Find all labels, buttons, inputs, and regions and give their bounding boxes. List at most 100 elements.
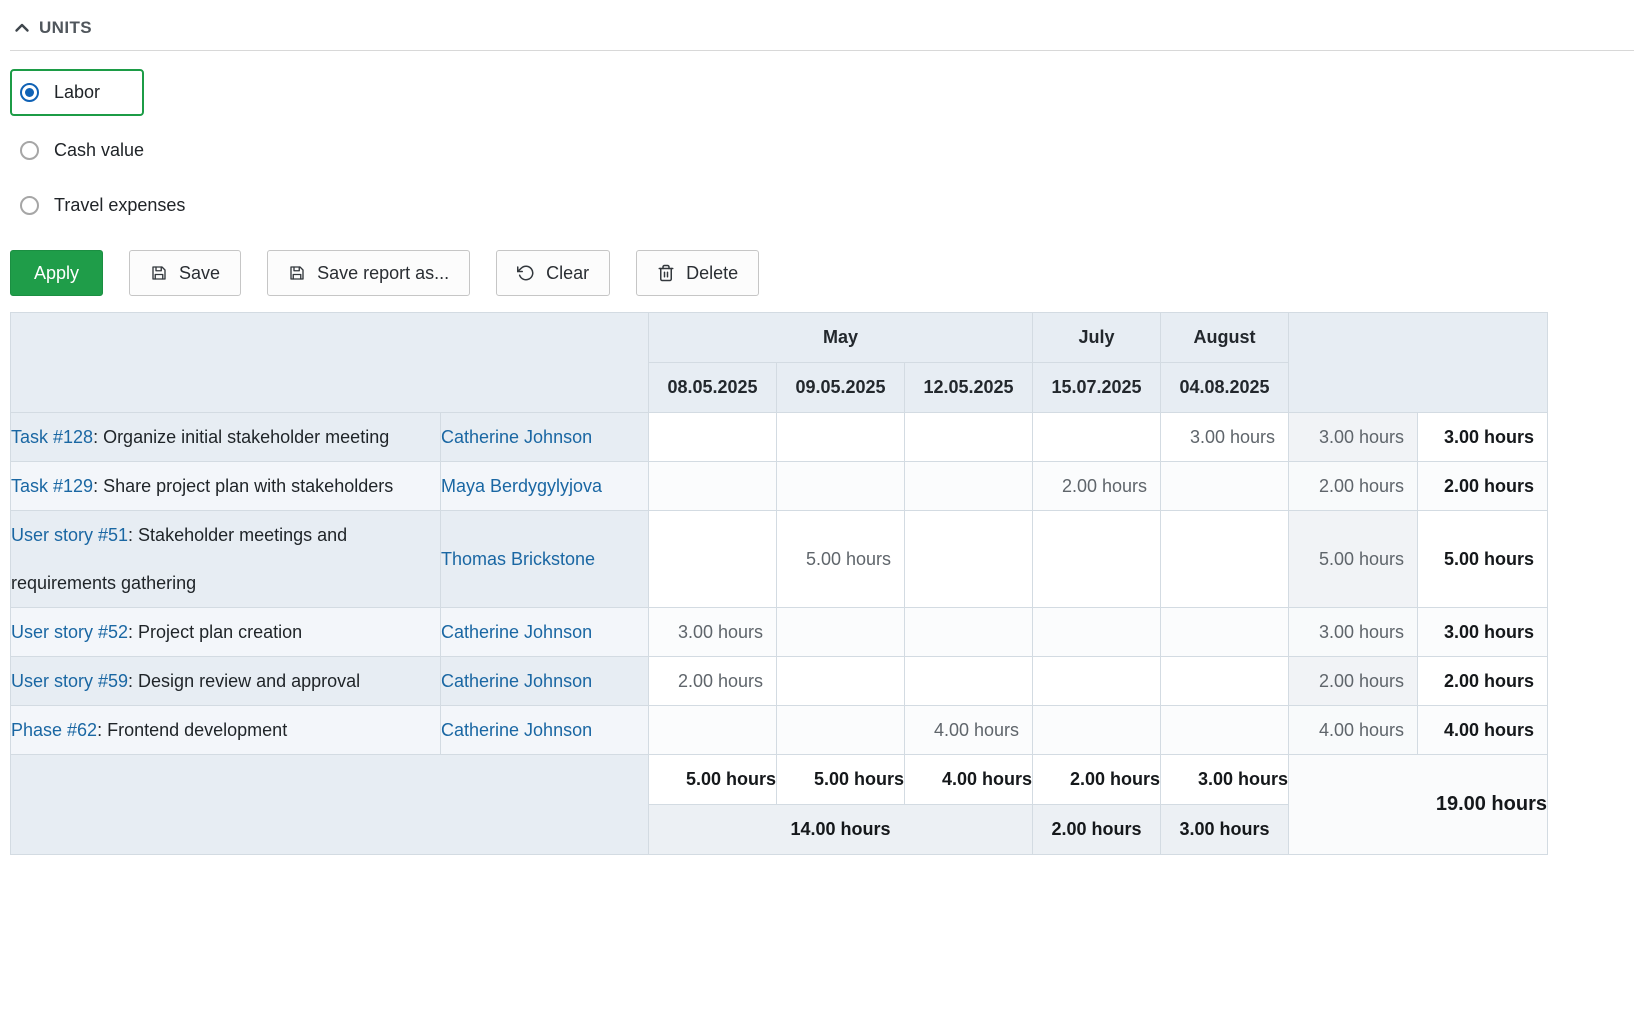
work-package-link[interactable]: Task #128 xyxy=(11,427,93,447)
assignee-link[interactable]: Maya Berdygylyjova xyxy=(441,476,602,496)
hours-cell xyxy=(1033,608,1161,657)
month-header-august: August xyxy=(1161,313,1289,363)
task-title: : Project plan creation xyxy=(128,622,302,642)
assignee-cell: Thomas Brickstone xyxy=(441,511,649,608)
clear-button[interactable]: Clear xyxy=(496,250,610,296)
task-title: : Share project plan with stakeholders xyxy=(93,476,393,496)
table-row: User story #59: Design review and approv… xyxy=(11,657,1548,706)
units-radio-group: Labor Cash value Travel expenses xyxy=(10,69,1634,216)
date-total-cell: 5.00 hours xyxy=(777,755,905,805)
row-grand-total-cell: 2.00 hours xyxy=(1418,462,1548,511)
row-grand-total-cell: 5.00 hours xyxy=(1418,511,1548,608)
assignee-cell: Catherine Johnson xyxy=(441,413,649,462)
row-grand-total-cell: 2.00 hours xyxy=(1418,657,1548,706)
date-total-cell: 2.00 hours xyxy=(1033,755,1161,805)
cost-report-table: May July August 08.05.2025 09.05.2025 12… xyxy=(10,312,1548,855)
row-total-cell: 4.00 hours xyxy=(1289,706,1418,755)
month-header-july: July xyxy=(1033,313,1161,363)
date-totals-row: 5.00 hours 5.00 hours 4.00 hours 2.00 ho… xyxy=(11,755,1548,805)
table-row: Phase #62: Frontend development Catherin… xyxy=(11,706,1548,755)
hours-cell xyxy=(649,462,777,511)
assignee-link[interactable]: Catherine Johnson xyxy=(441,671,592,691)
cost-report-page: UNITS Labor Cash value Travel expenses A… xyxy=(0,0,1644,879)
date-total-cell: 5.00 hours xyxy=(649,755,777,805)
work-package-link[interactable]: Task #129 xyxy=(11,476,93,496)
radio-selected-icon[interactable] xyxy=(20,83,39,102)
hours-cell xyxy=(1033,657,1161,706)
hours-cell xyxy=(905,462,1033,511)
date-header: 15.07.2025 xyxy=(1033,363,1161,413)
hours-cell xyxy=(1033,413,1161,462)
radio-label-travel-expenses: Travel expenses xyxy=(54,195,185,216)
undo-icon xyxy=(517,264,535,282)
units-section-header[interactable]: UNITS xyxy=(10,8,1634,51)
assignee-link[interactable]: Catherine Johnson xyxy=(441,720,592,740)
apply-button[interactable]: Apply xyxy=(10,250,103,296)
hours-cell xyxy=(649,706,777,755)
radio-option-labor[interactable]: Labor xyxy=(10,69,144,116)
hours-cell xyxy=(1161,608,1289,657)
task-cell: Phase #62: Frontend development xyxy=(11,706,441,755)
save-icon xyxy=(150,264,168,282)
hours-cell xyxy=(1161,511,1289,608)
hours-cell xyxy=(777,413,905,462)
date-header: 08.05.2025 xyxy=(649,363,777,413)
assignee-cell: Catherine Johnson xyxy=(441,657,649,706)
save-report-as-button[interactable]: Save report as... xyxy=(267,250,470,296)
radio-label-cash-value: Cash value xyxy=(54,140,144,161)
date-total-cell: 4.00 hours xyxy=(905,755,1033,805)
hours-cell: 5.00 hours xyxy=(777,511,905,608)
radio-option-cash-value[interactable]: Cash value xyxy=(20,140,144,161)
task-title: : Frontend development xyxy=(97,720,287,740)
delete-button[interactable]: Delete xyxy=(636,250,759,296)
radio-unselected-icon[interactable] xyxy=(20,141,39,160)
row-total-cell: 3.00 hours xyxy=(1289,413,1418,462)
assignee-link[interactable]: Catherine Johnson xyxy=(441,427,592,447)
hours-cell xyxy=(777,608,905,657)
task-title: : Organize initial stakeholder meeting xyxy=(93,427,389,447)
month-total-cell-july: 2.00 hours xyxy=(1033,805,1161,855)
assignee-cell: Catherine Johnson xyxy=(441,608,649,657)
month-header-row: May July August xyxy=(11,313,1548,363)
row-total-cell: 2.00 hours xyxy=(1289,657,1418,706)
row-total-cell: 5.00 hours xyxy=(1289,511,1418,608)
assignee-link[interactable]: Thomas Brickstone xyxy=(441,549,595,569)
hours-cell xyxy=(777,462,905,511)
radio-option-travel-expenses[interactable]: Travel expenses xyxy=(20,195,185,216)
work-package-link[interactable]: User story #52 xyxy=(11,622,128,642)
table-corner xyxy=(11,313,649,413)
clear-button-label: Clear xyxy=(546,263,589,284)
hours-cell xyxy=(1161,462,1289,511)
date-total-cell: 3.00 hours xyxy=(1161,755,1289,805)
radio-unselected-icon[interactable] xyxy=(20,196,39,215)
work-package-link[interactable]: Phase #62 xyxy=(11,720,97,740)
row-total-cell: 3.00 hours xyxy=(1289,608,1418,657)
hours-cell xyxy=(777,706,905,755)
save-icon xyxy=(288,264,306,282)
row-grand-total-cell: 3.00 hours xyxy=(1418,608,1548,657)
task-cell: User story #52: Project plan creation xyxy=(11,608,441,657)
hours-cell: 2.00 hours xyxy=(1033,462,1161,511)
row-total-cell: 2.00 hours xyxy=(1289,462,1418,511)
save-button-label: Save xyxy=(179,263,220,284)
work-package-link[interactable]: User story #51 xyxy=(11,525,128,545)
save-button[interactable]: Save xyxy=(129,250,241,296)
date-header: 12.05.2025 xyxy=(905,363,1033,413)
hours-cell xyxy=(649,413,777,462)
hours-cell xyxy=(905,511,1033,608)
month-total-cell-may: 14.00 hours xyxy=(649,805,1033,855)
task-cell: User story #59: Design review and approv… xyxy=(11,657,441,706)
date-header: 09.05.2025 xyxy=(777,363,905,413)
hours-cell xyxy=(1033,511,1161,608)
hours-cell xyxy=(1161,657,1289,706)
hours-cell xyxy=(905,608,1033,657)
month-header-may: May xyxy=(649,313,1033,363)
radio-label-labor: Labor xyxy=(54,82,100,103)
hours-cell: 4.00 hours xyxy=(905,706,1033,755)
work-package-link[interactable]: User story #59 xyxy=(11,671,128,691)
collapse-chevron-icon[interactable] xyxy=(14,20,30,36)
units-section-title: UNITS xyxy=(39,18,92,38)
assignee-link[interactable]: Catherine Johnson xyxy=(441,622,592,642)
task-cell: Task #128: Organize initial stakeholder … xyxy=(11,413,441,462)
hours-cell: 2.00 hours xyxy=(649,657,777,706)
